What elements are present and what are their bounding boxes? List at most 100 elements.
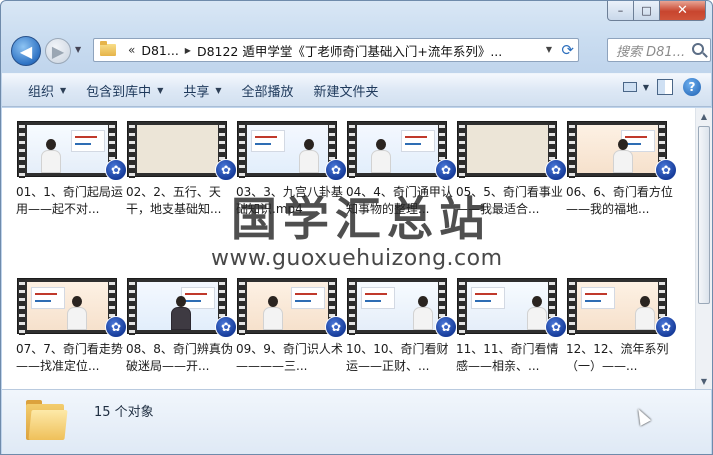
include-library-label: 包含到库中 xyxy=(86,84,152,100)
search-input[interactable]: 搜索 D81... xyxy=(616,41,690,60)
video-thumbnail[interactable] xyxy=(457,121,557,178)
file-item[interactable]: ✿ 11、11、奇门看情感——相亲、... xyxy=(456,278,567,389)
play-badge-icon: ✿ xyxy=(215,159,237,181)
slide-graphic xyxy=(251,130,285,152)
file-item[interactable]: ✿ 02、2、五行、天干，地支基础知... xyxy=(126,121,237,239)
refresh-icon[interactable]: ⟳ xyxy=(561,41,574,59)
breadcrumb-overflow-chevron[interactable]: « xyxy=(128,43,135,57)
film-strip-edge xyxy=(569,279,575,335)
organize-menu[interactable]: 组织 ▼ xyxy=(18,77,76,103)
presenter-figure xyxy=(635,296,655,330)
file-item[interactable]: ✿ 10、10、奇门看财运——正财、... xyxy=(346,278,457,389)
file-name[interactable]: 06、6、奇门看方位——我的福地... xyxy=(566,184,676,218)
toolbar-right-group: ▼ ? xyxy=(619,78,701,96)
share-menu[interactable]: 共享 ▼ xyxy=(173,77,231,103)
details-pane: 15 个对象 xyxy=(2,389,711,454)
minimize-button[interactable]: – xyxy=(607,1,634,21)
video-thumbnail[interactable] xyxy=(237,121,337,178)
file-name[interactable]: 10、10、奇门看财运——正财、... xyxy=(346,341,456,375)
navigation-bar: ◀ ▶ ▼ « D81... ▶ D8122 遁甲学堂《丁老师奇门基础入门+流年… xyxy=(9,34,711,66)
presenter-figure xyxy=(41,139,61,173)
file-name[interactable]: 11、11、奇门看情感——相亲、... xyxy=(456,341,566,375)
back-arrow-icon[interactable]: ◀ xyxy=(11,36,41,66)
item-count: 15 个对象 xyxy=(94,405,154,420)
presenter-figure xyxy=(413,296,433,330)
preview-pane-icon[interactable] xyxy=(657,79,673,95)
video-thumbnail[interactable] xyxy=(17,121,117,178)
file-item[interactable]: ✿ 12、12、流年系列（一）——... xyxy=(566,278,677,389)
video-frame xyxy=(247,282,328,330)
presenter-figure xyxy=(371,139,391,173)
organize-label: 组织 xyxy=(28,84,55,100)
film-strip-edge xyxy=(239,122,245,178)
video-frame xyxy=(467,125,548,173)
video-thumbnail[interactable] xyxy=(567,278,667,335)
file-name[interactable]: 02、2、五行、天干，地支基础知... xyxy=(126,184,236,218)
chevron-down-icon: ▼ xyxy=(215,85,222,95)
file-name[interactable]: 07、7、奇门看走势——找准定位... xyxy=(16,341,126,375)
file-item[interactable]: ✿ 07、7、奇门看走势——找准定位... xyxy=(16,278,127,389)
maximize-button[interactable]: □ xyxy=(634,1,660,21)
caption-buttons: – □ ✕ xyxy=(607,1,706,21)
share-label: 共享 xyxy=(183,84,210,100)
search-box[interactable]: 搜索 D81... xyxy=(607,38,711,62)
play-badge-icon: ✿ xyxy=(545,316,567,338)
breadcrumb-item[interactable]: D81... xyxy=(141,43,178,58)
video-frame xyxy=(137,125,218,173)
video-thumbnail[interactable] xyxy=(347,121,447,178)
recent-pages-dropdown[interactable]: ▼ xyxy=(75,45,81,54)
video-frame xyxy=(247,125,328,173)
help-icon[interactable]: ? xyxy=(683,78,701,96)
search-icon[interactable] xyxy=(692,43,704,55)
mouse-cursor-icon xyxy=(632,406,652,426)
address-dropdown[interactable]: ▼ xyxy=(546,45,552,54)
view-icon[interactable] xyxy=(619,78,641,96)
video-frame xyxy=(27,125,108,173)
slide-graphic xyxy=(581,287,615,309)
play-badge-icon: ✿ xyxy=(325,316,347,338)
video-frame xyxy=(357,125,438,173)
video-thumbnail[interactable] xyxy=(457,278,557,335)
video-thumbnail[interactable] xyxy=(127,121,227,178)
film-strip-edge xyxy=(129,279,135,335)
slide-graphic xyxy=(361,287,395,309)
explorer-window: – □ ✕ ◀ ▶ ▼ « D81... ▶ D8122 遁甲学堂《丁老师奇门基… xyxy=(0,0,713,455)
file-name[interactable]: 08、8、奇门辨真伪破迷局——开... xyxy=(126,341,236,375)
play-badge-icon: ✿ xyxy=(435,316,457,338)
scroll-up-icon[interactable]: ▲ xyxy=(696,108,712,124)
include-in-library-menu[interactable]: 包含到库中 ▼ xyxy=(76,77,173,103)
film-strip-edge xyxy=(349,122,355,178)
file-name[interactable]: 09、9、奇门识人术————三... xyxy=(236,341,346,375)
forward-arrow-icon[interactable]: ▶ xyxy=(45,38,71,64)
new-folder-button[interactable]: 新建文件夹 xyxy=(304,77,389,103)
file-item[interactable]: ✿ 09、9、奇门识人术————三... xyxy=(236,278,347,389)
scrollbar-thumb[interactable] xyxy=(698,126,710,304)
scroll-down-icon[interactable]: ▼ xyxy=(696,373,712,389)
film-strip-edge xyxy=(349,279,355,335)
address-bar[interactable]: « D81... ▶ D8122 遁甲学堂《丁老师奇门基础入门+流年系列》...… xyxy=(93,38,579,62)
play-all-button[interactable]: 全部播放 xyxy=(232,77,304,103)
view-dropdown[interactable]: ▼ xyxy=(643,83,649,92)
breadcrumb-separator-icon[interactable]: ▶ xyxy=(185,46,191,55)
film-strip-edge xyxy=(19,122,25,178)
breadcrumb-item-current[interactable]: D8122 遁甲学堂《丁老师奇门基础入门+流年系列》... xyxy=(197,41,502,60)
video-thumbnail[interactable] xyxy=(347,278,447,335)
file-item[interactable]: ✿ 08、8、奇门辨真伪破迷局——开... xyxy=(126,278,237,389)
video-frame xyxy=(467,282,548,330)
close-button[interactable]: ✕ xyxy=(660,1,706,21)
vertical-scrollbar[interactable]: ▲ ▼ xyxy=(695,108,712,389)
file-item[interactable]: ✿ 06、6、奇门看方位——我的福地... xyxy=(566,121,677,239)
file-name[interactable]: 01、1、奇门起局运用——起不对... xyxy=(16,184,126,218)
video-thumbnail[interactable] xyxy=(567,121,667,178)
slide-graphic xyxy=(291,287,325,309)
file-item[interactable]: ✿ 01、1、奇门起局运用——起不对... xyxy=(16,121,127,239)
video-thumbnail[interactable] xyxy=(127,278,227,335)
file-name[interactable]: 12、12、流年系列（一）——... xyxy=(566,341,676,375)
video-thumbnail[interactable] xyxy=(237,278,337,335)
chevron-down-icon: ▼ xyxy=(60,85,67,95)
video-thumbnail[interactable] xyxy=(17,278,117,335)
video-frame xyxy=(577,282,658,330)
play-badge-icon: ✿ xyxy=(435,159,457,181)
video-frame xyxy=(27,282,108,330)
play-badge-icon: ✿ xyxy=(655,316,677,338)
